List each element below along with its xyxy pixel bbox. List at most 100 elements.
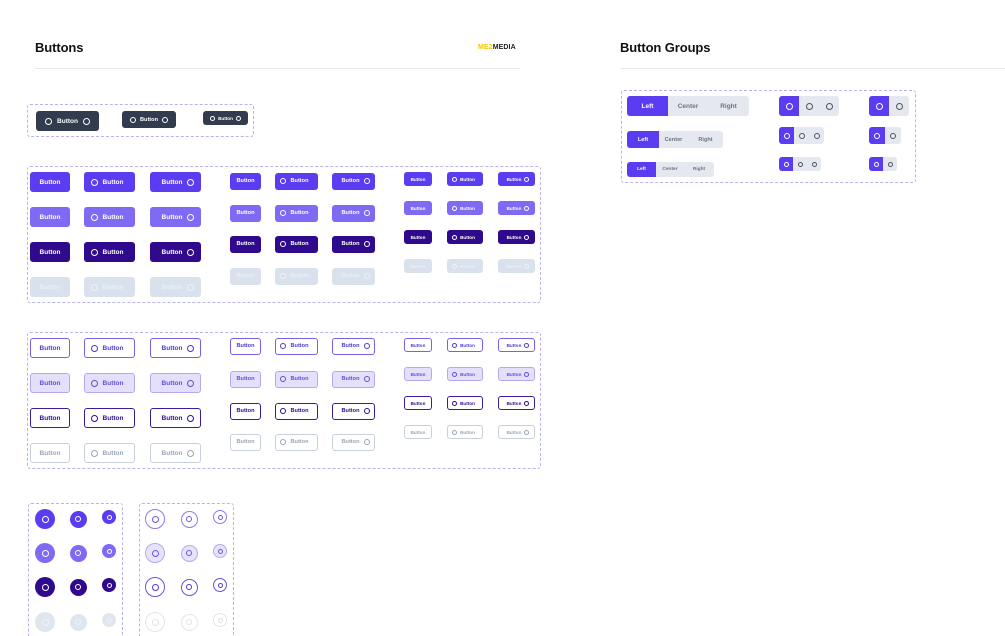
outline-button[interactable]: Button: [447, 338, 483, 352]
filled-button[interactable]: Button: [447, 230, 483, 244]
outline-button[interactable]: Button: [332, 370, 375, 388]
group-segment-right[interactable]: Right: [688, 131, 723, 148]
icon-button[interactable]: [180, 578, 198, 596]
outline-button[interactable]: Button: [150, 373, 201, 393]
icon-button[interactable]: [213, 510, 227, 524]
outline-button[interactable]: Button: [30, 373, 70, 393]
outline-button[interactable]: Button: [230, 402, 261, 420]
outline-button[interactable]: Button: [30, 338, 70, 358]
filled-button[interactable]: Button: [275, 172, 318, 190]
filled-button[interactable]: Button: [332, 204, 375, 222]
filled-button[interactable]: Button: [332, 172, 375, 190]
filled-button[interactable]: Button: [498, 259, 535, 273]
icon-button[interactable]: [145, 509, 165, 529]
outline-button[interactable]: Button: [498, 338, 535, 352]
filled-button[interactable]: Button: [275, 235, 318, 253]
group-icon-segment[interactable]: [869, 157, 883, 171]
outline-button[interactable]: Button: [404, 396, 432, 410]
outline-button[interactable]: Button: [404, 425, 432, 439]
filled-button[interactable]: Button: [404, 230, 432, 244]
group-icon-segment[interactable]: [889, 96, 909, 116]
filled-button[interactable]: Button: [150, 242, 201, 262]
icon-button[interactable]: [35, 509, 55, 529]
filled-button[interactable]: Button: [275, 267, 318, 285]
group-icon-segment[interactable]: [809, 127, 824, 144]
icon-button[interactable]: [35, 543, 55, 563]
filled-button[interactable]: Button: [84, 277, 135, 297]
icon-button[interactable]: [69, 510, 87, 528]
filled-button[interactable]: Button: [275, 204, 318, 222]
icon-button[interactable]: [102, 510, 116, 524]
icon-button[interactable]: [145, 612, 165, 632]
filled-button[interactable]: Button: [84, 242, 135, 262]
group-icon-segment[interactable]: [869, 127, 885, 144]
outline-button[interactable]: Button: [84, 373, 135, 393]
outline-button[interactable]: Button: [332, 337, 375, 355]
outline-button[interactable]: Button: [84, 408, 135, 428]
dark-button[interactable]: Button: [36, 111, 99, 131]
filled-button[interactable]: Button: [150, 207, 201, 227]
icon-button[interactable]: [102, 544, 116, 558]
icon-button[interactable]: [69, 578, 87, 596]
icon-button[interactable]: [102, 613, 116, 627]
group-segment-center[interactable]: Center: [656, 162, 684, 177]
group-icon-segment[interactable]: [794, 127, 809, 144]
group-icon-segment[interactable]: [807, 157, 821, 171]
outline-button[interactable]: Button: [498, 367, 535, 381]
group-segment-left[interactable]: Left: [627, 96, 668, 116]
group-icon-segment[interactable]: [883, 157, 897, 171]
outline-button[interactable]: Button: [404, 367, 432, 381]
outline-button[interactable]: Button: [150, 443, 201, 463]
group-icon-segment[interactable]: [793, 157, 807, 171]
filled-button[interactable]: Button: [447, 259, 483, 273]
outline-button[interactable]: Button: [275, 402, 318, 420]
outline-button[interactable]: Button: [84, 338, 135, 358]
icon-button[interactable]: [213, 578, 227, 592]
outline-button[interactable]: Button: [332, 433, 375, 451]
filled-button[interactable]: Button: [447, 201, 483, 215]
group-icon-segment[interactable]: [885, 127, 901, 144]
filled-button[interactable]: Button: [230, 267, 261, 285]
outline-button[interactable]: Button: [30, 408, 70, 428]
outline-button[interactable]: Button: [447, 396, 483, 410]
outline-button[interactable]: Button: [498, 425, 535, 439]
filled-button[interactable]: Button: [498, 201, 535, 215]
icon-button[interactable]: [102, 578, 116, 592]
icon-button[interactable]: [180, 613, 198, 631]
group-icon-segment[interactable]: [819, 96, 839, 116]
filled-button[interactable]: Button: [332, 235, 375, 253]
group-segment-right[interactable]: Right: [708, 96, 749, 116]
icon-button[interactable]: [69, 613, 87, 631]
icon-button[interactable]: [35, 612, 55, 632]
icon-button[interactable]: [180, 544, 198, 562]
filled-button[interactable]: Button: [84, 172, 135, 192]
icon-button[interactable]: [145, 543, 165, 563]
outline-button[interactable]: Button: [404, 338, 432, 352]
group-segment-center[interactable]: Center: [659, 131, 688, 148]
dark-button[interactable]: Button: [203, 111, 248, 125]
filled-button[interactable]: Button: [498, 172, 535, 186]
group-segment-left[interactable]: Left: [627, 162, 656, 177]
filled-button[interactable]: Button: [30, 277, 70, 297]
outline-button[interactable]: Button: [230, 433, 261, 451]
filled-button[interactable]: Button: [404, 259, 432, 273]
outline-button[interactable]: Button: [275, 370, 318, 388]
filled-button[interactable]: Button: [230, 172, 261, 190]
filled-button[interactable]: Button: [404, 172, 432, 186]
group-icon-segment[interactable]: [869, 96, 889, 116]
outline-button[interactable]: Button: [150, 338, 201, 358]
outline-button[interactable]: Button: [447, 367, 483, 381]
group-segment-center[interactable]: Center: [668, 96, 708, 116]
outline-button[interactable]: Button: [498, 396, 535, 410]
outline-button[interactable]: Button: [30, 443, 70, 463]
outline-button[interactable]: Button: [332, 402, 375, 420]
outline-button[interactable]: Button: [230, 337, 261, 355]
filled-button[interactable]: Button: [84, 207, 135, 227]
icon-button[interactable]: [35, 577, 55, 597]
icon-button[interactable]: [145, 577, 165, 597]
group-icon-segment[interactable]: [779, 96, 799, 116]
outline-button[interactable]: Button: [150, 408, 201, 428]
group-icon-segment[interactable]: [799, 96, 819, 116]
icon-button[interactable]: [213, 613, 227, 627]
filled-button[interactable]: Button: [150, 277, 201, 297]
